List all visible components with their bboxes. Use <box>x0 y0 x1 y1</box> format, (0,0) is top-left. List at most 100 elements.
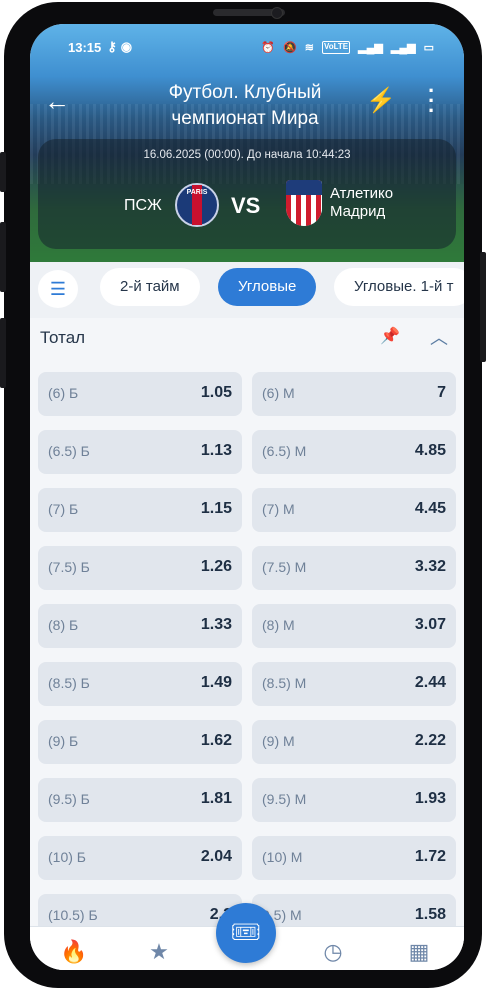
odds-value: 1.62 <box>200 732 232 749</box>
tab-2nd-half[interactable]: 2-й тайм <box>100 268 200 306</box>
key-icon: ⚷ <box>107 39 117 54</box>
odds-row: (8) Б 1.33 (8) М 3.07 <box>38 604 456 648</box>
psg-logo-icon: PARIS <box>175 183 219 227</box>
line-label: (9.5) М <box>262 791 307 807</box>
odds-over-cell[interactable]: (9.5) Б 1.81 <box>38 778 242 822</box>
odds-row: (6) Б 1.05 (6) М 7 <box>38 372 456 416</box>
list-icon[interactable]: ☰ <box>38 270 78 308</box>
side-button <box>0 152 6 192</box>
odds-row: (9) Б 1.62 (9) М 2.22 <box>38 720 456 764</box>
line-label: (6) Б <box>48 385 79 401</box>
side-button <box>0 222 6 292</box>
odds-value: 1.33 <box>200 616 232 633</box>
line-label: (6.5) Б <box>48 443 90 459</box>
odds-value: 1.05 <box>200 384 232 401</box>
odds-under-cell[interactable]: (9) М 2.22 <box>252 720 456 764</box>
odds-value: 4.85 <box>414 442 446 459</box>
odds-row: (7) Б 1.15 (7) М 4.45 <box>38 488 456 532</box>
atletico-logo-icon <box>286 180 322 226</box>
odds-over-cell[interactable]: (10) Б 2.04 <box>38 836 242 880</box>
odds-over-cell[interactable]: (8.5) Б 1.49 <box>38 662 242 706</box>
odds-over-cell[interactable]: (7) Б 1.15 <box>38 488 242 532</box>
pin-icon[interactable]: 📌 <box>380 326 400 346</box>
alarm-icon: ⏰ <box>261 41 276 54</box>
tab-corners[interactable]: Угловые <box>218 268 317 306</box>
odds-under-cell[interactable]: (8) М 3.07 <box>252 604 456 648</box>
line-label: (6.5) М <box>262 443 307 459</box>
phone-frame: 13:15 ⚷ ◉ ⏰ 🔕 ≋ VoLTE ▂▄▆ ▂▄▆ ▭ ← Футбол… <box>0 2 486 988</box>
lightning-icon[interactable]: ⚡ <box>366 86 396 115</box>
odds-over-cell[interactable]: (6.5) Б 1.13 <box>38 430 242 474</box>
line-label: (9) М <box>262 733 295 749</box>
fire-icon[interactable]: 🔥 <box>60 939 87 965</box>
side-button <box>0 318 6 388</box>
odds-under-cell[interactable]: (7.5) М 3.32 <box>252 546 456 590</box>
top-app-bar: ← Футбол. Клубный чемпионат Мира ⚡ · · · <box>30 76 464 130</box>
match-datetime: 16.06.2025 (00:00). До начала 10:44:23 <box>143 149 351 161</box>
odds-under-cell[interactable]: (6.5) М 4.85 <box>252 430 456 474</box>
odds-under-cell[interactable]: (6) М 7 <box>252 372 456 416</box>
vs-label: VS <box>231 193 261 218</box>
odds-value: 1.58 <box>414 906 446 923</box>
line-label: (9) Б <box>48 733 79 749</box>
volte-badge: VoLTE <box>322 40 351 54</box>
section-header[interactable]: Тотал 📌 ︿ <box>30 318 464 360</box>
line-label: (7.5) М <box>262 559 307 575</box>
away-team-name: Атлетико Мадрид <box>330 185 394 220</box>
coupon-icon[interactable]: 🎟 <box>216 903 276 963</box>
wifi-icon: ≋ <box>304 41 314 54</box>
odds-over-cell[interactable]: (6) Б 1.05 <box>38 372 242 416</box>
match-header: 13:15 ⚷ ◉ ⏰ 🔕 ≋ VoLTE ▂▄▆ ▂▄▆ ▭ ← Футбол… <box>30 24 464 262</box>
line-label: (6) М <box>262 385 295 401</box>
line-label: (7.5) Б <box>48 559 90 575</box>
odds-value: 1.26 <box>200 558 232 575</box>
odds-under-cell[interactable]: (9.5) М 1.93 <box>252 778 456 822</box>
signal-icon: ▂▄▆ <box>390 41 416 54</box>
odds-row: (10) Б 2.04 (10) М 1.72 <box>38 836 456 880</box>
odds-value: 1.15 <box>200 500 232 517</box>
line-label: (8.5) М <box>262 675 307 691</box>
odds-over-cell[interactable]: (8) Б 1.33 <box>38 604 242 648</box>
line-label: (10) М <box>262 849 303 865</box>
odds-over-cell[interactable]: (9) Б 1.62 <box>38 720 242 764</box>
clock-icon[interactable]: ◷ <box>320 939 346 965</box>
odds-value: 3.07 <box>414 616 446 633</box>
chat-icon: ◉ <box>120 39 133 54</box>
bottom-navigation: 🔥 ★ 🎟 ◷ ▦ <box>30 903 464 970</box>
total-section: Тотал 📌 ︿ (6) Б 1.05 (6) М 7 (6.5) Б 1.13 (… <box>30 318 464 970</box>
signal-icon: ▂▄▆ <box>358 41 383 54</box>
line-label: (7) Б <box>48 501 79 517</box>
kebab-menu-icon[interactable]: · · · <box>428 80 435 122</box>
screen: 13:15 ⚷ ◉ ⏰ 🔕 ≋ VoLTE ▂▄▆ ▂▄▆ ▭ ← Футбол… <box>30 24 464 970</box>
chevron-up-icon[interactable]: ︿ <box>430 324 448 350</box>
line-label: (7) М <box>262 501 295 517</box>
odds-value: 1.13 <box>200 442 232 459</box>
battery-icon: ▭ <box>423 41 434 54</box>
apps-icon[interactable]: ▦ <box>406 939 432 965</box>
odds-value: 1.93 <box>414 790 446 807</box>
line-label: (8.5) Б <box>48 675 90 691</box>
mute-icon: 🔕 <box>283 41 297 54</box>
odds-under-cell[interactable]: (7) М 4.45 <box>252 488 456 532</box>
odds-over-cell[interactable]: (7.5) Б 1.26 <box>38 546 242 590</box>
star-icon[interactable]: ★ <box>146 939 172 965</box>
front-camera <box>271 7 283 19</box>
odds-value: 1.81 <box>200 790 232 807</box>
odds-value: 1.49 <box>200 674 232 691</box>
status-bar: 13:15 ⚷ ◉ ⏰ 🔕 ≋ VoLTE ▂▄▆ ▂▄▆ ▭ <box>68 38 434 56</box>
tab-corners-1st-half[interactable]: Угловые. 1-й т <box>334 268 464 306</box>
line-label: (8) М <box>262 617 295 633</box>
odds-value: 7 <box>437 384 446 401</box>
odds-value: 2.04 <box>200 848 232 865</box>
odds-row: (6.5) Б 1.13 (6.5) М 4.85 <box>38 430 456 474</box>
odds-under-cell[interactable]: (8.5) М 2.44 <box>252 662 456 706</box>
odds-under-cell[interactable]: (10) М 1.72 <box>252 836 456 880</box>
status-time: 13:15 <box>68 39 102 55</box>
home-logo-text: PARIS <box>186 189 208 196</box>
odds-value: 2.44 <box>414 674 446 691</box>
page-title: Футбол. Клубный чемпионат Мира <box>168 82 322 129</box>
odds-value: 1.72 <box>414 848 446 865</box>
home-team-name: ПСЖ <box>124 197 162 214</box>
back-arrow-icon[interactable]: ← <box>44 88 70 114</box>
odds-row: (8.5) Б 1.49 (8.5) М 2.44 <box>38 662 456 706</box>
